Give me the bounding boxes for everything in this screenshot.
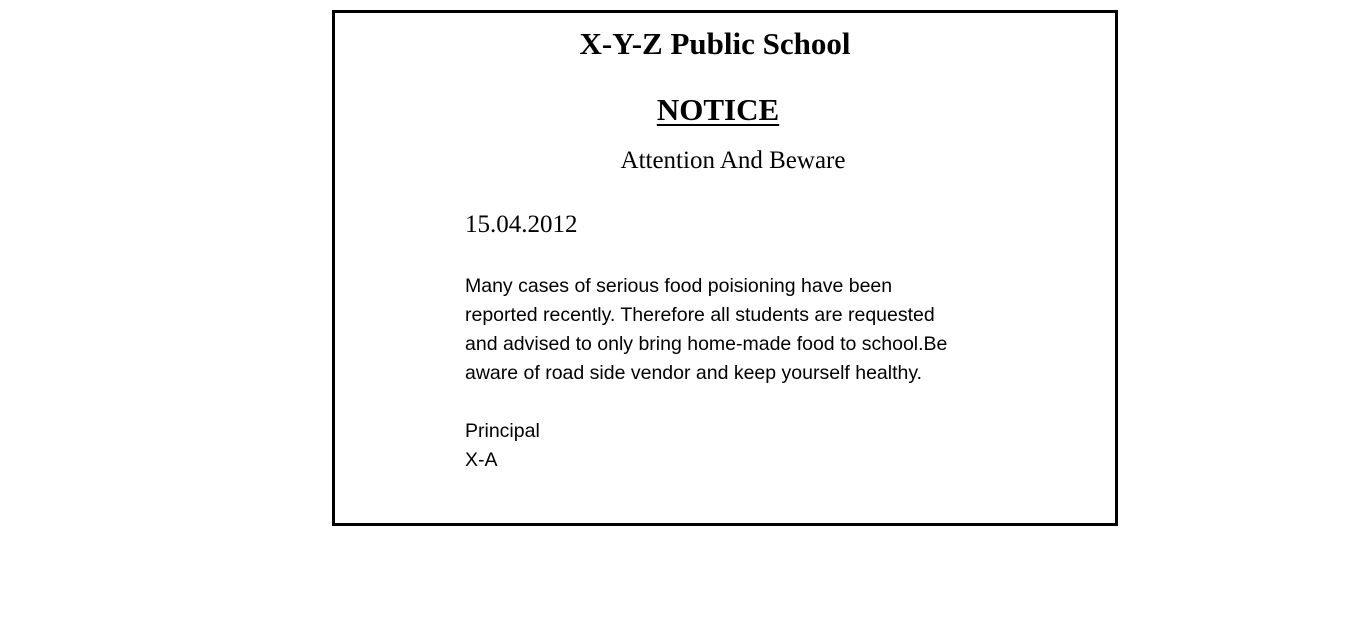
notice-date: 15.04.2012: [465, 211, 578, 238]
notice-body-line: aware of road side vendor and keep yours…: [465, 362, 923, 384]
signature-block: Principal X-A: [465, 417, 540, 475]
signatory-name: X-A: [465, 449, 498, 471]
notice-heading: NOTICE: [656, 92, 780, 127]
notice-body-line: reported recently. Therefore all student…: [465, 304, 935, 326]
notice-body-line: Many cases of serious food poisioning ha…: [465, 275, 893, 297]
notice-subject: Attention And Beware: [620, 147, 846, 174]
notice-body-line: and advised to only bring home-made food…: [465, 333, 948, 355]
school-name: X-Y-Z Public School: [579, 26, 851, 61]
signatory-title: Principal: [465, 420, 540, 442]
notice-body: Many cases of serious food poisioning ha…: [465, 272, 1065, 388]
notice-box: X-Y-Z Public School NOTICE Attention And…: [332, 10, 1118, 526]
